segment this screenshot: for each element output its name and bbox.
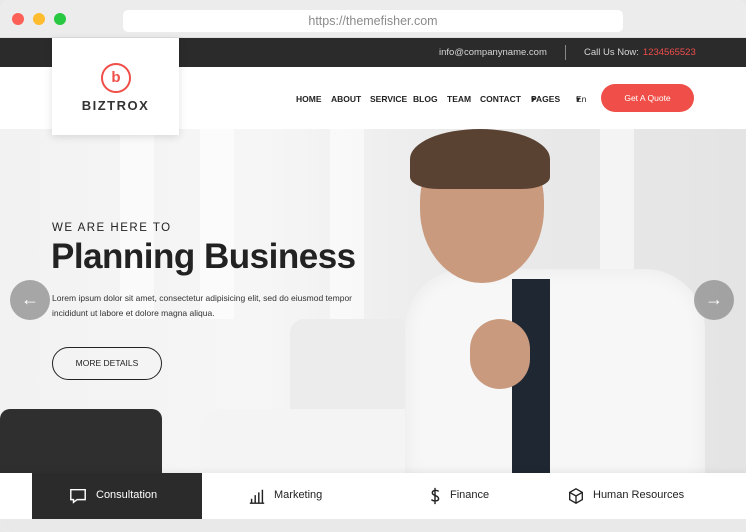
close-window-button[interactable] bbox=[12, 13, 24, 25]
service-label: Finance bbox=[450, 489, 490, 501]
minimize-window-button[interactable] bbox=[33, 13, 45, 25]
call-info: Call Us Now: 1234565523 bbox=[584, 47, 696, 58]
service-tab-human-resources[interactable]: Human Resources bbox=[567, 473, 717, 519]
hero-photo-person bbox=[405, 269, 705, 473]
hero-eyebrow: WE ARE HERE TO bbox=[52, 222, 172, 234]
get-a-quote-button[interactable]: Get A Quote bbox=[601, 84, 694, 112]
slider-next-button[interactable]: → bbox=[694, 280, 734, 320]
service-label: Marketing bbox=[274, 489, 323, 501]
service-tab-marketing[interactable]: Marketing bbox=[248, 473, 368, 519]
hero-photo-hand bbox=[470, 319, 530, 389]
service-tab-finance[interactable]: Finance bbox=[426, 473, 536, 519]
service-label: Human Resources bbox=[593, 489, 685, 501]
arrow-right-icon: → bbox=[705, 289, 723, 309]
nav-pages-label: PAGES bbox=[531, 94, 561, 104]
nav-contact[interactable]: CONTACT bbox=[480, 94, 521, 104]
nav-team[interactable]: TEAM bbox=[447, 94, 471, 104]
brand-name: BIZTROX bbox=[81, 98, 150, 113]
chevron-down-icon: ▾ bbox=[531, 94, 536, 104]
browser-window: https://themefisher.com info@companyname… bbox=[0, 0, 746, 532]
call-number[interactable]: 1234565523 bbox=[643, 47, 696, 58]
logo-icon: b bbox=[101, 63, 131, 93]
hero-photo-suitcase bbox=[0, 409, 162, 473]
browser-chrome: https://themefisher.com bbox=[0, 0, 746, 38]
service-label: Consultation bbox=[96, 489, 158, 501]
more-details-button[interactable]: MORE DETAILS bbox=[52, 347, 162, 380]
topbar-divider bbox=[565, 45, 566, 60]
nav-home[interactable]: HOME bbox=[296, 94, 322, 104]
arrow-left-icon: ← bbox=[21, 289, 39, 309]
call-label: Call Us Now: bbox=[584, 47, 639, 58]
address-bar[interactable]: https://themefisher.com bbox=[123, 10, 623, 32]
cube-icon bbox=[569, 488, 583, 504]
hero-description: Lorem ipsum dolor sit amet, consectetur … bbox=[52, 293, 353, 318]
maximize-window-button[interactable] bbox=[54, 13, 66, 25]
hero-photo-hair bbox=[410, 129, 550, 189]
dollar-icon bbox=[430, 487, 440, 505]
hero-title: Planning Business bbox=[51, 237, 356, 276]
slider-prev-button[interactable]: ← bbox=[10, 280, 50, 320]
contact-email[interactable]: info@companyname.com bbox=[439, 47, 547, 58]
chat-icon bbox=[70, 488, 86, 504]
nav-service[interactable]: SERVICE bbox=[370, 94, 407, 104]
service-tabs: Consultation Marketing Finance Human Res… bbox=[0, 473, 746, 519]
nav-blog[interactable]: BLOG bbox=[413, 94, 438, 104]
chevron-down-icon: ▾ bbox=[576, 94, 581, 104]
service-tab-consultation[interactable]: Consultation bbox=[32, 473, 202, 519]
hero-slider: WE ARE HERE TO Planning Business Lorem i… bbox=[0, 129, 746, 473]
window-bottom-edge bbox=[0, 519, 746, 532]
nav-about[interactable]: ABOUT bbox=[331, 94, 361, 104]
logo-mark-letter: b bbox=[111, 69, 121, 86]
brand-logo[interactable]: b BIZTROX bbox=[52, 38, 179, 135]
bar-chart-icon bbox=[249, 489, 265, 504]
